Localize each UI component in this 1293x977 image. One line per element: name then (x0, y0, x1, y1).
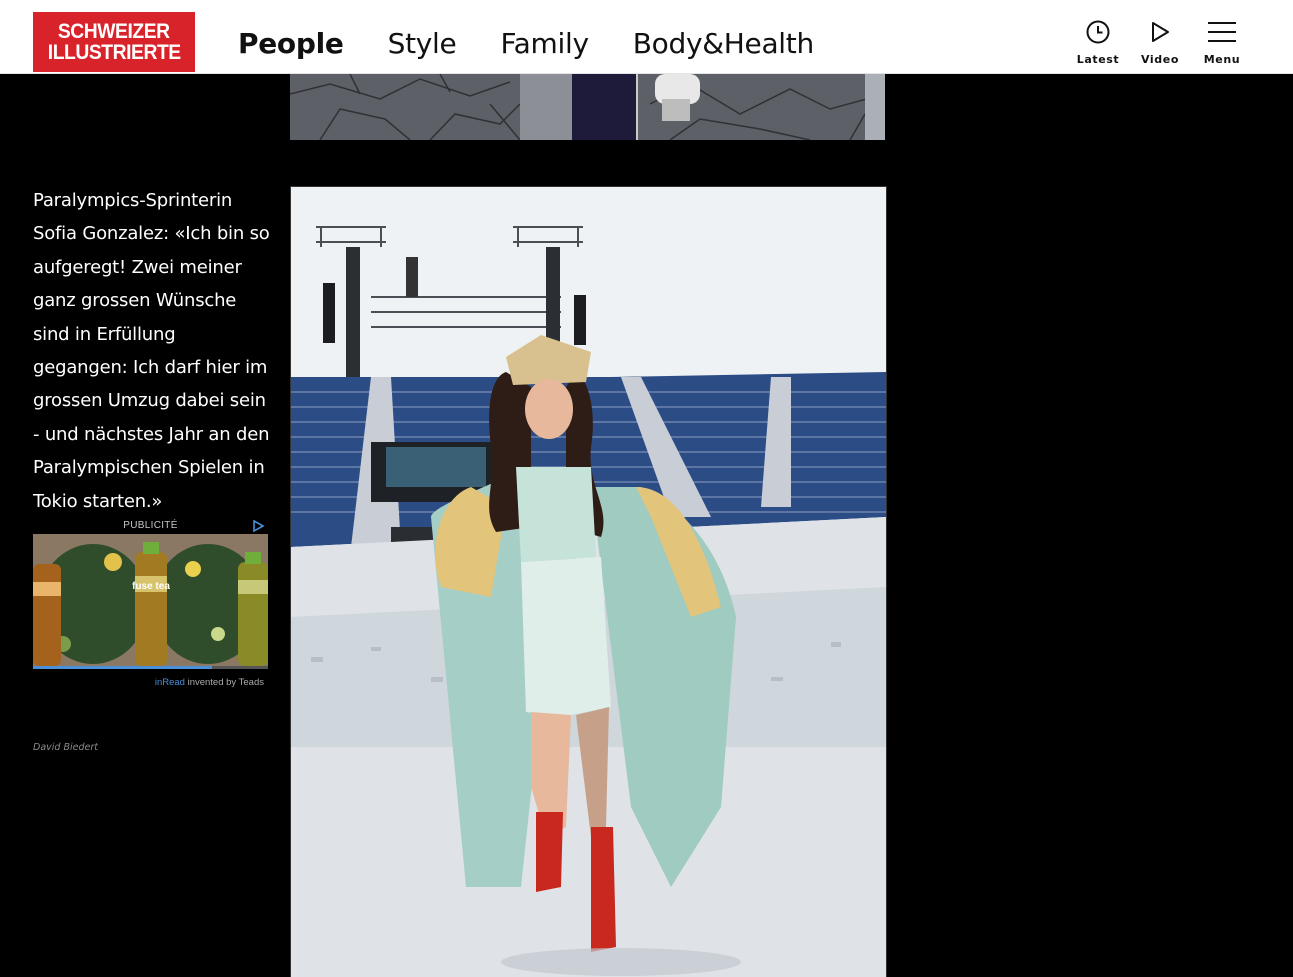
header-tools: Latest Video Menu (1067, 19, 1253, 66)
nav-item-style[interactable]: Style (388, 27, 457, 60)
ad-footer-brand[interactable]: inRead (155, 677, 185, 688)
inread-ad[interactable]: PUBLICITÉ fuse tea inRead invented by Te… (33, 518, 268, 688)
ad-footer: inRead invented by Teads (33, 677, 268, 688)
previous-gallery-photo[interactable] (290, 74, 885, 140)
ad-video[interactable]: fuse tea (33, 534, 268, 666)
nav-item-people[interactable]: People (238, 27, 344, 60)
ad-progress-bar[interactable] (33, 666, 268, 669)
menu-label: Menu (1203, 53, 1241, 66)
site-logo[interactable]: SCHWEIZER ILLUSTRIERTE (33, 12, 195, 72)
latest-button[interactable]: Latest (1067, 19, 1129, 66)
gallery-photo[interactable] (290, 186, 887, 977)
clock-icon (1086, 20, 1110, 44)
nav-item-body-health[interactable]: Body&Health (633, 27, 814, 60)
play-icon (1152, 22, 1169, 42)
ad-progress-fill (33, 666, 212, 669)
logo-line-2: ILLUSTRIERTE (47, 41, 181, 64)
nav-item-family[interactable]: Family (500, 27, 589, 60)
arena-portrait-image (291, 187, 886, 977)
menu-button[interactable]: Menu (1191, 19, 1253, 66)
ad-product-text: fuse tea (132, 581, 170, 592)
ad-label-text: PUBLICITÉ (123, 520, 178, 531)
photo-caption: Paralympics-Sprinterin Sofia Gonzalez: «… (33, 190, 270, 512)
page: SCHWEIZER ILLUSTRIERTE People Style Fami… (0, 0, 1293, 977)
ad-footer-text: invented by Teads (184, 677, 264, 688)
fuse-tea-bottles-image: fuse tea (33, 534, 268, 666)
stone-floor-image (290, 74, 885, 140)
ad-play-icon[interactable] (252, 520, 264, 532)
logo-line-1: SCHWEIZER (58, 20, 170, 43)
photo-credit: David Biedert (33, 742, 98, 753)
hamburger-menu-icon (1208, 22, 1236, 42)
site-header: SCHWEIZER ILLUSTRIERTE People Style Fami… (0, 11, 1293, 74)
video-button[interactable]: Video (1129, 19, 1191, 66)
ad-label: PUBLICITÉ (33, 518, 268, 534)
video-label: Video (1141, 53, 1179, 66)
main-nav: People Style Family Body&Health (238, 23, 858, 63)
latest-label: Latest (1076, 53, 1120, 66)
